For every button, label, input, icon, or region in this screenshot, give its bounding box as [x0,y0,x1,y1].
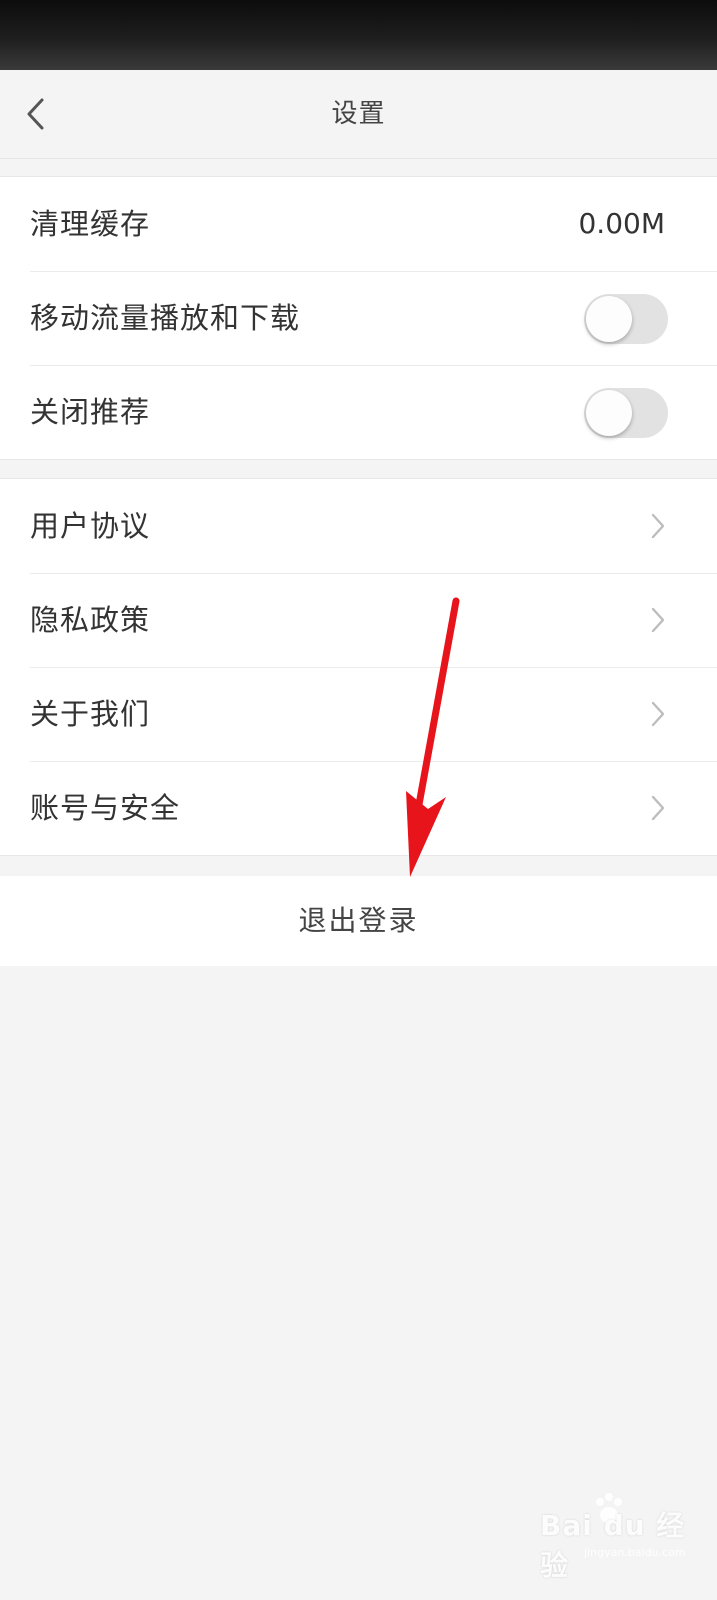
about-us-row[interactable]: 关于我们 [0,667,717,761]
mobile-data-toggle[interactable] [584,294,668,344]
baidu-jingyan-watermark: Bai du 经验 jingyan.baidu.com [540,1492,705,1582]
watermark-url: jingyan.baidu.com [584,1546,686,1559]
account-security-label: 账号与安全 [30,791,181,825]
about-us-label: 关于我们 [30,697,151,731]
close-recommend-row: 关闭推荐 [0,365,717,459]
chevron-right-icon [651,607,665,633]
mobile-data-label: 移动流量播放和下载 [30,301,301,335]
privacy-policy-label: 隐私政策 [30,603,151,637]
clear-cache-row[interactable]: 清理缓存 0.00M [0,177,717,271]
toggle-knob [586,390,632,436]
close-recommend-label: 关闭推荐 [30,395,151,429]
close-recommend-toggle[interactable] [584,388,668,438]
chevron-right-icon [651,513,665,539]
mobile-data-row: 移动流量播放和下载 [0,271,717,365]
user-agreement-row[interactable]: 用户协议 [0,479,717,573]
logout-button[interactable]: 退出登录 [0,876,717,966]
settings-group: 清理缓存 0.00M 移动流量播放和下载 关闭推荐 [0,176,717,460]
chevron-right-icon [651,701,665,727]
info-group: 用户协议 隐私政策 关于我们 账号与安全 [0,478,717,856]
page-title: 设置 [331,99,386,129]
clear-cache-label: 清理缓存 [30,207,151,241]
chevron-right-icon [651,795,665,821]
status-bar [0,0,717,70]
cache-size-value: 0.00M [578,207,665,240]
toggle-knob [586,296,632,342]
user-agreement-label: 用户协议 [30,509,151,543]
privacy-policy-row[interactable]: 隐私政策 [0,573,717,667]
account-security-row[interactable]: 账号与安全 [0,761,717,855]
nav-bar: 设置 [0,70,717,159]
watermark-text: Bai du 经验 [540,1509,686,1582]
red-arrow-annotation [406,597,460,877]
